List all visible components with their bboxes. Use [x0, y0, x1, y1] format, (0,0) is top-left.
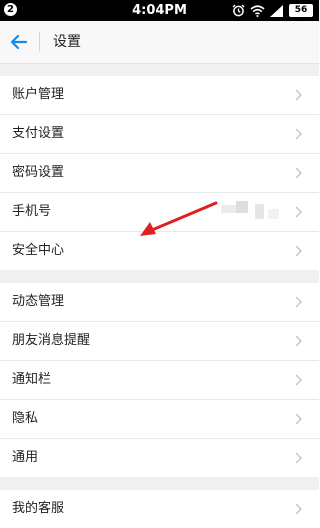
chevron-right-icon: [295, 503, 302, 515]
chevron-right-icon: [295, 167, 302, 179]
arrow-left-icon[interactable]: [9, 32, 29, 52]
header-divider: [39, 32, 40, 52]
settings-item-notification-bar[interactable]: 通知栏: [0, 360, 319, 399]
settings-item-label: 安全中心: [12, 243, 65, 258]
settings-item-label: 动态管理: [12, 294, 65, 309]
chevron-right-icon: [295, 374, 302, 386]
settings-item-phone-number[interactable]: 手机号: [0, 192, 319, 231]
settings-group-account: 账户管理 支付设置 密码设置 手机号 安全中心: [0, 76, 319, 270]
chevron-right-icon: [295, 206, 302, 218]
settings-item-label: 我的客服: [12, 501, 65, 516]
settings-list: 账户管理 支付设置 密码设置 手机号 安全中心 动态管理 朋友消息提醒 通知栏 …: [0, 64, 319, 528]
settings-group-support: 我的客服: [0, 490, 319, 528]
settings-item-privacy[interactable]: 隐私: [0, 399, 319, 438]
status-bar: 2 4:04PM 56: [0, 0, 319, 21]
chevron-right-icon: [295, 128, 302, 140]
settings-item-customer-service[interactable]: 我的客服: [0, 490, 319, 528]
settings-item-label: 隐私: [12, 411, 39, 426]
status-icons: 56: [232, 3, 313, 18]
chevron-right-icon: [295, 335, 302, 347]
settings-item-password-settings[interactable]: 密码设置: [0, 153, 319, 192]
header-bar: 设置: [0, 21, 319, 64]
chevron-right-icon: [295, 89, 302, 101]
settings-item-payment-settings[interactable]: 支付设置: [0, 114, 319, 153]
obscured-phone-number: [221, 201, 283, 223]
signal-icon: [270, 4, 283, 17]
settings-item-account-management[interactable]: 账户管理: [0, 76, 319, 114]
settings-item-friend-message-alerts[interactable]: 朋友消息提醒: [0, 321, 319, 360]
settings-item-label: 通知栏: [12, 372, 52, 387]
settings-item-label: 通用: [12, 450, 39, 465]
settings-item-general[interactable]: 通用: [0, 438, 319, 477]
page-title: 设置: [53, 34, 81, 50]
settings-item-label: 密码设置: [12, 165, 65, 180]
chevron-right-icon: [295, 296, 302, 308]
chevron-right-icon: [295, 452, 302, 464]
settings-item-label: 账户管理: [12, 87, 65, 102]
settings-group-social: 动态管理 朋友消息提醒 通知栏 隐私 通用: [0, 283, 319, 477]
alarm-icon: [232, 4, 245, 17]
settings-item-security-center[interactable]: 安全中心: [0, 231, 319, 270]
settings-item-moments-management[interactable]: 动态管理: [0, 283, 319, 321]
wifi-icon: [250, 4, 265, 17]
chevron-right-icon: [295, 245, 302, 257]
settings-item-label: 朋友消息提醒: [12, 333, 91, 348]
settings-item-label: 支付设置: [12, 126, 65, 141]
chevron-right-icon: [295, 413, 302, 425]
battery-icon: 56: [289, 4, 313, 17]
settings-item-label: 手机号: [12, 204, 52, 219]
